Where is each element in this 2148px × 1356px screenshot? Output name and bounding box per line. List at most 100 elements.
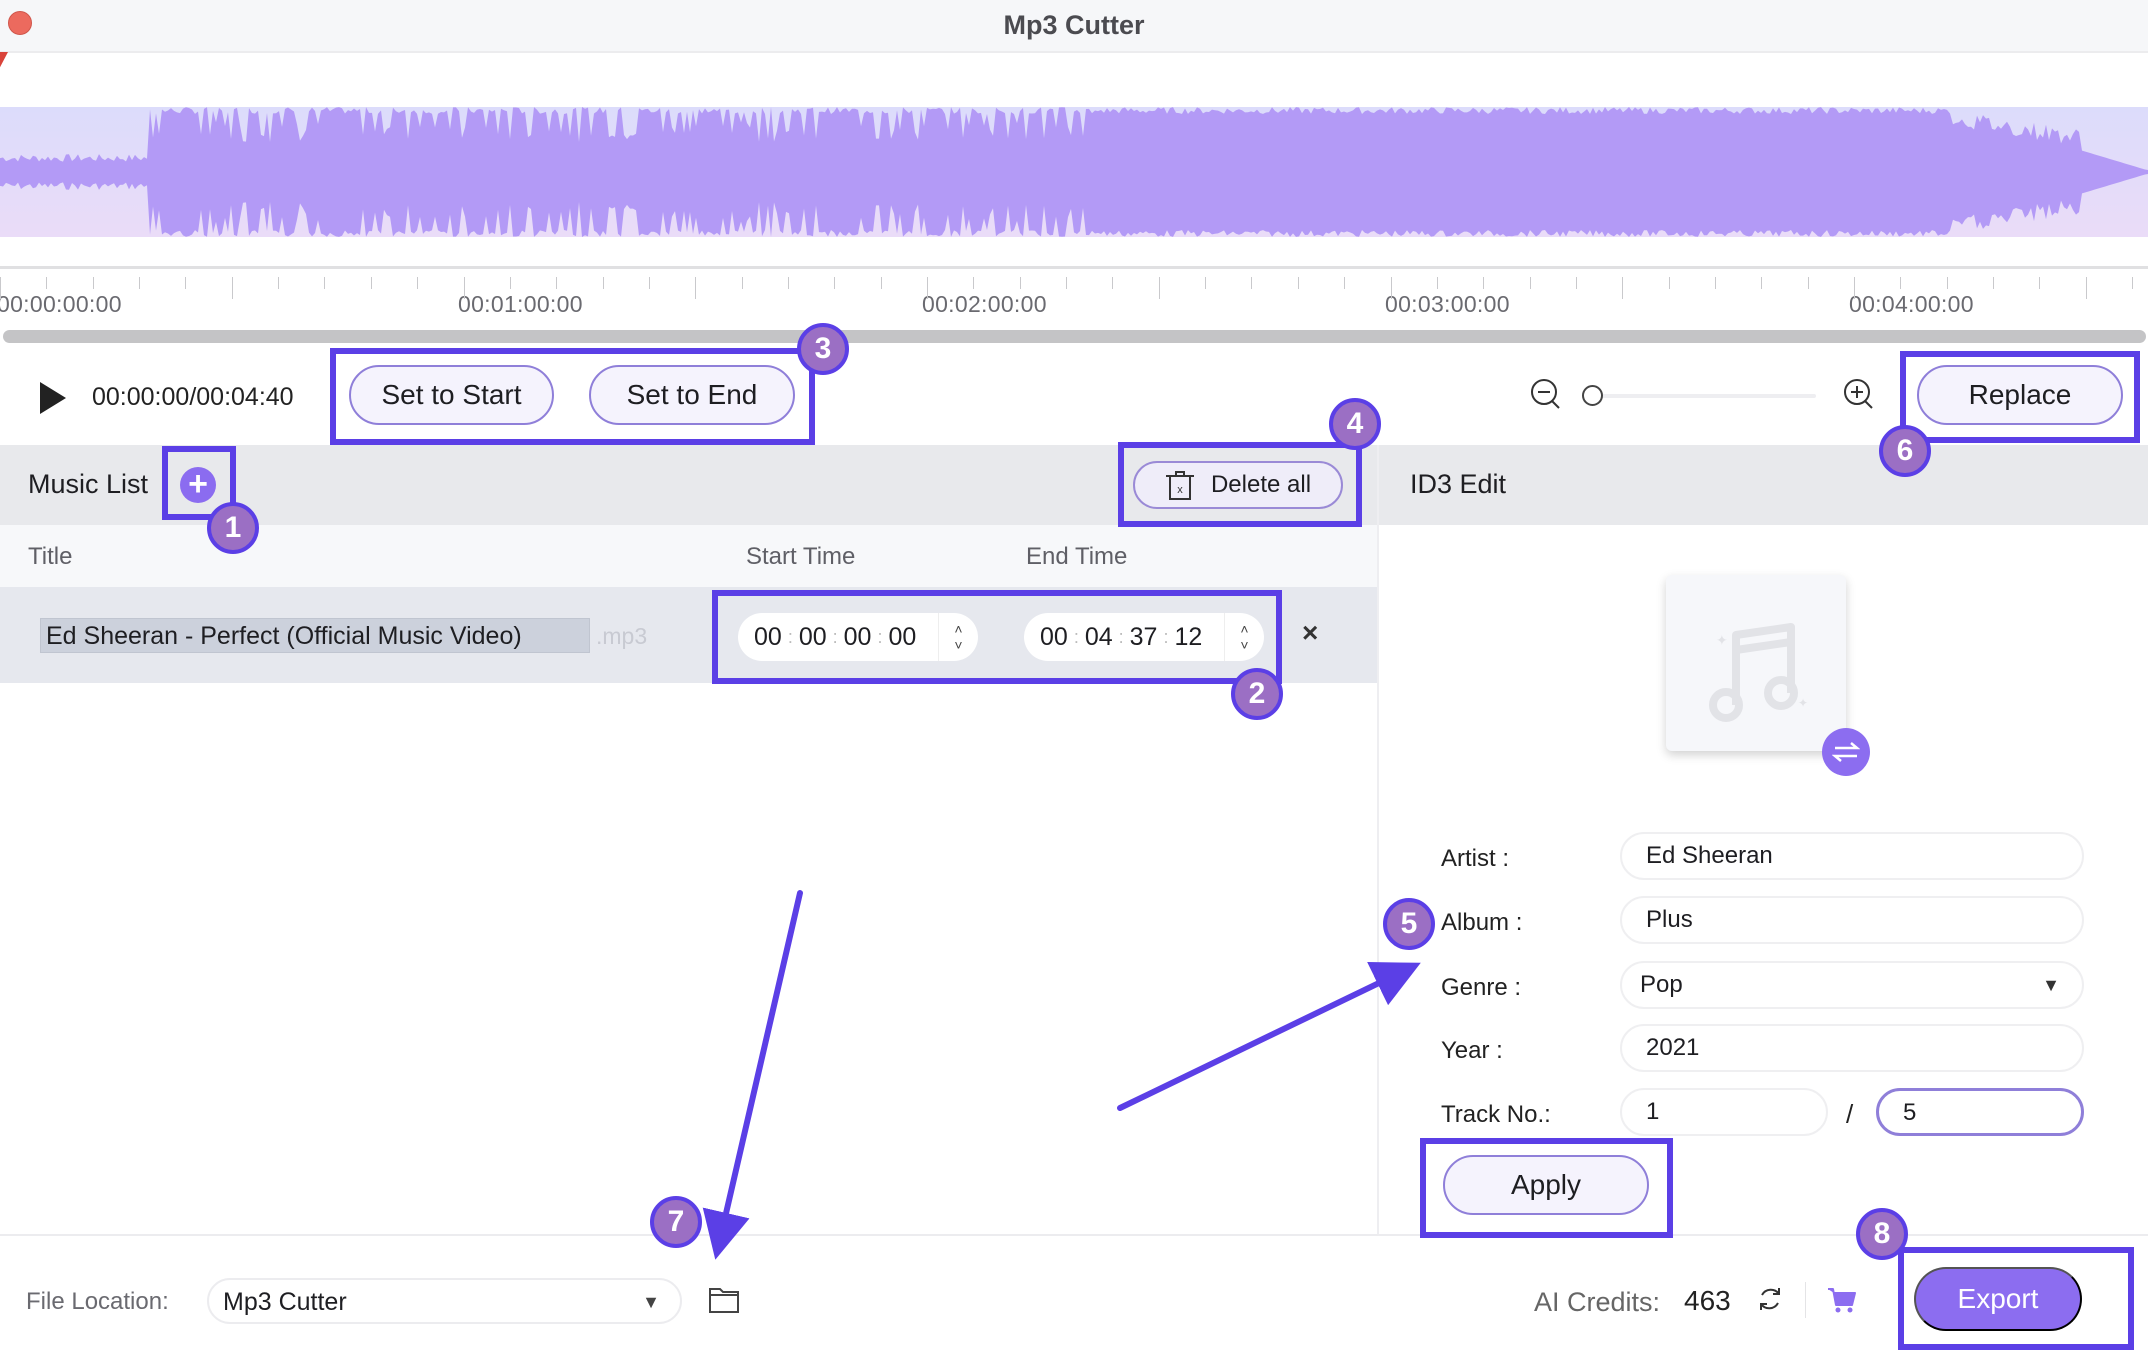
start-minutes[interactable]: 00	[799, 623, 827, 652]
panel-divider	[1377, 445, 1379, 1235]
album-label: Album :	[1441, 909, 1523, 936]
ruler-tick	[1436, 277, 1438, 289]
replace-cover-button[interactable]	[1822, 728, 1870, 776]
ruler-label: 00:03:00:00	[1385, 291, 1510, 317]
ruler-tick	[2039, 277, 2041, 289]
zoom-out-icon[interactable]	[1528, 376, 1564, 412]
playhead-marker[interactable]	[0, 52, 8, 68]
ruler-tick	[324, 277, 326, 289]
trash-icon: x	[1165, 471, 1194, 500]
end-time-stepper[interactable]: ˄ ˅	[1224, 613, 1264, 661]
apply-button[interactable]: Apply	[1443, 1155, 1649, 1215]
end-minutes[interactable]: 04	[1085, 623, 1113, 652]
track-label: Track No.:	[1441, 1101, 1551, 1128]
music-note-icon: ✦ ✦	[1709, 623, 1808, 722]
start-time-field[interactable]: 00: 00: 00: 00 ˄ ˅	[738, 613, 978, 661]
artist-label: Artist :	[1441, 845, 1510, 872]
play-button[interactable]	[40, 382, 66, 414]
ruler-tick	[1112, 277, 1114, 289]
export-button[interactable]: Export	[1914, 1267, 2082, 1331]
time-readout: 00:00:00/00:04:40	[92, 383, 294, 411]
music-list-columns: Title Start Time End Time	[0, 525, 1377, 587]
start-time-stepper[interactable]: ˄ ˅	[938, 613, 978, 661]
track-separator: /	[1846, 1099, 1854, 1129]
ruler-tick	[1390, 277, 1392, 299]
svg-text:x: x	[1177, 484, 1183, 496]
refresh-icon[interactable]	[1756, 1285, 1784, 1313]
file-location-value: Mp3 Cutter	[223, 1288, 347, 1316]
arrow-to-folder	[702, 890, 803, 1260]
title-bar: Mp3 Cutter	[0, 0, 2148, 53]
annotation-badge-7: 7	[650, 1196, 702, 1248]
ruler-tick	[1807, 277, 1809, 289]
ruler-tick	[1900, 277, 1902, 289]
ruler-label: 00:00:00:00	[0, 291, 122, 317]
ruler-tick	[1251, 277, 1253, 289]
end-frames[interactable]: 12	[1174, 623, 1202, 652]
ruler-tick	[278, 277, 280, 289]
stepper-down-icon[interactable]: ˅	[954, 637, 962, 653]
genre-value: Pop	[1640, 971, 1683, 998]
ai-credits-label: AI Credits:	[1534, 1287, 1661, 1317]
ruler-tick	[1205, 277, 1207, 289]
replace-button[interactable]: Replace	[1917, 365, 2123, 425]
ruler-tick	[231, 277, 233, 299]
zoom-slider-knob[interactable]	[1582, 385, 1603, 406]
ruler-tick	[1158, 277, 1160, 299]
timeline-ruler[interactable]: 00:00:00:00 00:01:00:00 00:02:00:00 00:0…	[0, 266, 2148, 322]
stepper-up-icon[interactable]: ˄	[954, 621, 962, 637]
stepper-down-icon[interactable]: ˅	[1240, 637, 1248, 653]
start-seconds[interactable]: 00	[844, 623, 872, 652]
file-location-label: File Location:	[26, 1288, 169, 1315]
add-music-button[interactable]: +	[180, 467, 216, 503]
svg-text:✦: ✦	[1798, 696, 1808, 710]
set-to-start-button[interactable]: Set to Start	[349, 365, 554, 425]
ruler-tick	[1344, 277, 1346, 289]
ai-credits-value: 463	[1684, 1285, 1731, 1316]
track-title-input[interactable]: Ed Sheeran - Perfect (Official Music Vid…	[40, 618, 590, 653]
genre-select[interactable]: Pop ▼	[1620, 961, 2084, 1009]
ruler-tick	[1483, 277, 1485, 289]
artist-input[interactable]: Ed Sheeran	[1620, 832, 2084, 880]
column-start-time: Start Time	[746, 543, 856, 570]
ruler-tick	[370, 277, 372, 289]
zoom-in-icon[interactable]	[1841, 376, 1877, 412]
svg-text:✦: ✦	[1716, 633, 1728, 649]
ruler-tick	[46, 277, 48, 289]
ruler-tick	[1529, 277, 1531, 289]
end-hours[interactable]: 00	[1040, 623, 1068, 652]
track-number-input[interactable]: 1	[1620, 1088, 1828, 1136]
ruler-tick	[927, 277, 928, 299]
album-input[interactable]: Plus	[1620, 896, 2084, 944]
year-input[interactable]: 2021	[1620, 1024, 2084, 1072]
waveform-graphic	[0, 107, 2148, 237]
ruler-tick	[1622, 277, 1624, 299]
id3-title: ID3 Edit	[1410, 469, 1507, 499]
waveform[interactable]	[0, 107, 2148, 237]
stepper-up-icon[interactable]: ˄	[1240, 621, 1248, 637]
timeline-scrollbar[interactable]	[3, 330, 2146, 343]
zoom-slider[interactable]	[1582, 385, 1816, 406]
ruler-tick	[185, 277, 187, 289]
cart-icon[interactable]	[1827, 1286, 1857, 1314]
start-hours[interactable]: 00	[754, 623, 782, 652]
ruler-tick	[2132, 277, 2134, 289]
ruler-tick	[648, 277, 650, 289]
folder-icon[interactable]	[708, 1284, 740, 1314]
end-time-field[interactable]: 00: 04: 37: 12 ˄ ˅	[1024, 613, 1264, 661]
ruler-tick	[602, 277, 604, 289]
track-total-input[interactable]: 5	[1876, 1088, 2084, 1136]
chevron-down-icon: ▼	[2042, 975, 2060, 995]
file-location-select[interactable]: Mp3 Cutter ▼	[207, 1278, 682, 1324]
end-seconds[interactable]: 37	[1130, 623, 1158, 652]
set-to-end-button[interactable]: Set to End	[589, 365, 795, 425]
ruler-tick	[1066, 277, 1068, 289]
delete-all-button[interactable]: x Delete all	[1133, 461, 1343, 509]
cover-art[interactable]: ✦ ✦	[1666, 575, 1846, 751]
ruler-tick	[509, 277, 511, 289]
start-frames[interactable]: 00	[888, 623, 916, 652]
column-end-time: End Time	[1026, 543, 1128, 570]
remove-row-close-icon[interactable]: ×	[1302, 617, 1318, 649]
ruler-tick	[787, 277, 789, 289]
music-list-row[interactable]: Ed Sheeran - Perfect (Official Music Vid…	[0, 587, 1377, 683]
